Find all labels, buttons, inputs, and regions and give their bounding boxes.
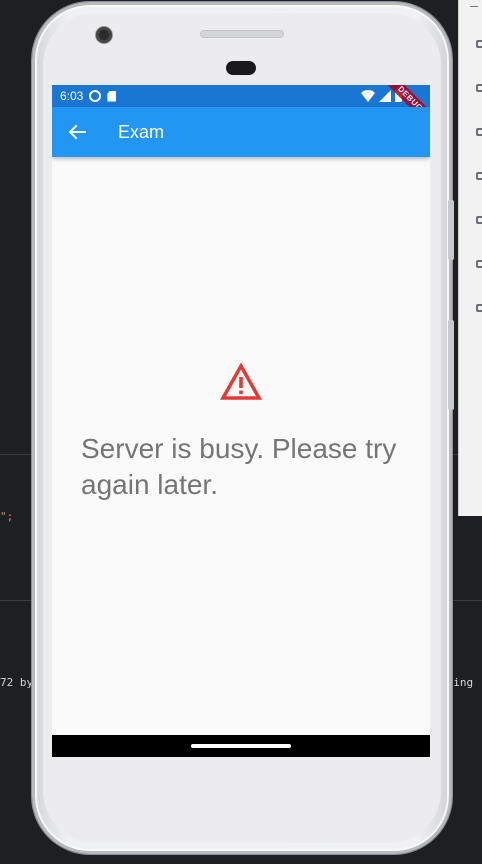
sd-card-icon	[107, 90, 117, 102]
earpiece	[200, 30, 284, 38]
error-message: Server is busy. Please try again later.	[81, 433, 397, 500]
wifi-icon	[361, 90, 375, 102]
ide-tool-icon[interactable]	[476, 40, 482, 48]
app-bar: Exam	[52, 107, 430, 157]
back-button[interactable]	[52, 107, 102, 157]
settings-icon	[89, 90, 102, 102]
navigation-bar	[52, 735, 430, 757]
ide-side-panel	[458, 0, 482, 516]
device-screen: 6:03 DEBUG Exam Server is busy. Please t…	[52, 85, 430, 757]
status-bar: 6:03 DEBUG	[52, 85, 430, 132]
ide-tool-icon[interactable]	[476, 304, 482, 312]
ide-code-fragment: ";	[0, 510, 14, 523]
error-content: Server is busy. Please try again later.	[52, 157, 430, 735]
arrow-back-icon	[68, 124, 86, 140]
ide-tool-icon[interactable]	[476, 172, 482, 180]
page-title: Exam	[118, 121, 165, 142]
ide-tool-icon[interactable]	[476, 84, 482, 92]
warning-icon	[220, 363, 262, 400]
ide-tool-icon[interactable]	[476, 260, 482, 268]
status-time: 6:03	[60, 89, 84, 103]
ide-panel-dash	[470, 6, 478, 7]
front-camera-icon	[96, 27, 112, 43]
ide-tool-icon[interactable]	[476, 216, 482, 224]
speaker-grille	[226, 61, 256, 75]
home-gesture-handle[interactable]	[191, 744, 291, 748]
power-button[interactable]	[448, 320, 454, 410]
ide-terminal-fragment: 72 by	[0, 676, 34, 689]
cell-signal-icon	[379, 90, 391, 102]
ide-tool-icon[interactable]	[476, 128, 482, 136]
volume-button[interactable]	[448, 200, 454, 260]
